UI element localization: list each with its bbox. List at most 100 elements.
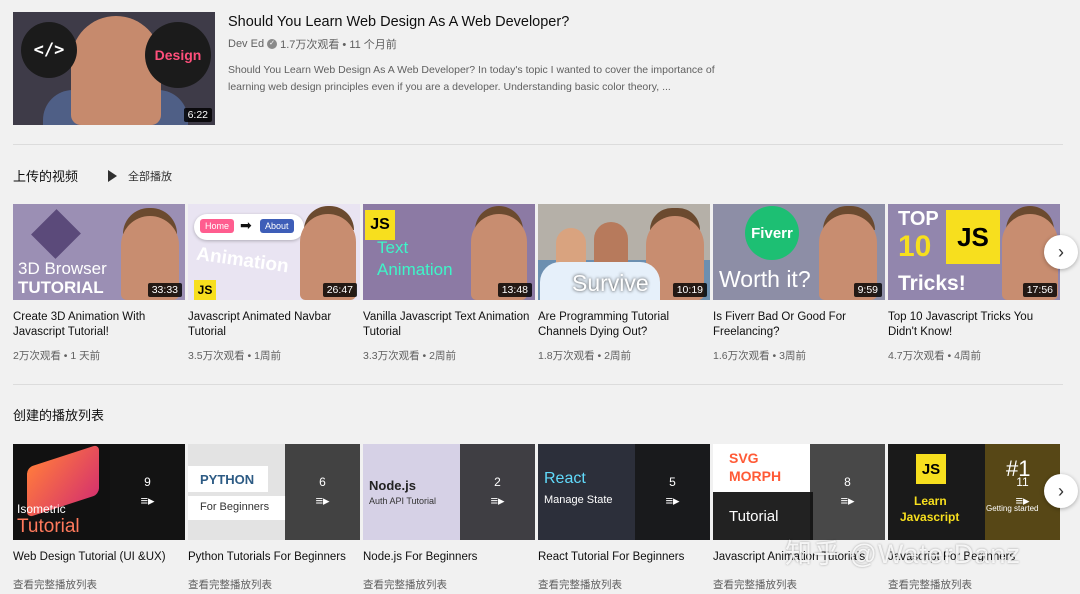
playlist-count: 2 xyxy=(494,475,501,489)
video-title[interactable]: Are Programming Tutorial Channels Dying … xyxy=(538,310,710,340)
playlist-overlay: 6 ≡▸ xyxy=(285,444,360,540)
uploads-title[interactable]: 上传的视频 xyxy=(13,166,78,185)
channel-name[interactable]: Dev Ed xyxy=(228,38,264,50)
chevron-right-icon: › xyxy=(1058,242,1064,262)
playlist-overlay: 9 ≡▸ xyxy=(110,444,185,540)
js-logo: JS xyxy=(916,454,946,484)
watermark: 知乎 @WaterDanz xyxy=(785,539,1021,569)
thumb-text: TOP xyxy=(898,208,939,230)
video-duration: 6:22 xyxy=(183,108,212,122)
video-duration: 17:56 xyxy=(1022,283,1057,297)
thumb-text: Getting started xyxy=(986,504,1039,513)
playlist-count: 8 xyxy=(844,475,851,489)
playlist-thumbnail[interactable]: Node.js Auth API Tutorial 2 ≡▸ xyxy=(363,444,535,540)
playlist-card[interactable]: Node.js Auth API Tutorial 2 ≡▸ Node.js F… xyxy=(363,444,535,592)
thumb-text: TUTORIAL xyxy=(18,278,104,297)
thumb-house-graphic xyxy=(31,209,81,259)
thumb-text: Isometric xyxy=(17,502,66,516)
featured-description: Should You Learn Web Design As A Web Dev… xyxy=(228,64,715,93)
thumb-text: Node.js xyxy=(369,478,416,493)
video-meta: 1.8万次观看 • 2周前 xyxy=(538,350,631,362)
video-meta: 2万次观看 • 1 天前 xyxy=(13,350,101,362)
video-card[interactable]: TOP 10 JS Tricks! 17:56 Top 10 Javascrip… xyxy=(888,204,1060,363)
video-meta: 1.6万次观看 • 3周前 xyxy=(713,350,806,362)
video-title[interactable]: Is Fiverr Bad Or Good For Freelancing? xyxy=(713,310,885,340)
video-meta: 4.7万次观看 • 4周前 xyxy=(888,350,981,362)
thumb-text: PYTHON xyxy=(200,472,255,487)
playlist-card[interactable]: Isometric Tutorial 9 ≡▸ Web Design Tutor… xyxy=(13,444,185,592)
playlist-count: 6 xyxy=(319,475,326,489)
video-title[interactable]: Javascript Animated Navbar Tutorial xyxy=(188,310,360,340)
video-card[interactable]: Home ➡ About Animation JS 26:47 Javascri… xyxy=(188,204,360,363)
thumb-text: Worth it? xyxy=(719,266,811,292)
video-thumbnail[interactable]: Home ➡ About Animation JS 26:47 xyxy=(188,204,360,300)
playlists-next-button[interactable]: › xyxy=(1044,474,1078,508)
video-thumbnail[interactable]: TOP 10 JS Tricks! 17:56 xyxy=(888,204,1060,300)
thumb-text: Learn xyxy=(914,494,947,508)
playlist-card[interactable]: React Manage State 5 ≡▸ React Tutorial F… xyxy=(538,444,710,592)
playlist-icon: ≡▸ xyxy=(315,493,330,508)
video-card[interactable]: JS Text Animation 13:48 Vanilla Javascri… xyxy=(363,204,535,363)
play-all-button[interactable]: 全部播放 xyxy=(108,168,172,184)
view-playlist-link[interactable]: 查看完整播放列表 xyxy=(13,577,185,592)
video-card[interactable]: Fiverr Worth it? 9:59 Is Fiverr Bad Or G… xyxy=(713,204,885,363)
featured-title[interactable]: Should You Learn Web Design As A Web Dev… xyxy=(228,14,748,30)
video-meta: 3.5万次观看 • 1周前 xyxy=(188,350,281,362)
playlist-title[interactable]: Python Tutorials For Beginners xyxy=(188,550,360,565)
play-all-label: 全部播放 xyxy=(128,170,173,183)
video-thumbnail[interactable]: JS Text Animation 13:48 xyxy=(363,204,535,300)
view-playlist-link[interactable]: 查看完整播放列表 xyxy=(713,577,885,592)
video-title[interactable]: Create 3D Animation With Javascript Tuto… xyxy=(13,310,185,340)
js-logo: JS xyxy=(946,210,1000,264)
uploads-next-button[interactable]: › xyxy=(1044,235,1078,269)
view-playlist-link[interactable]: 查看完整播放列表 xyxy=(538,577,710,592)
arrow-right-icon: ➡ xyxy=(240,217,252,233)
thumb-text: Tutorial xyxy=(729,508,779,525)
video-thumbnail[interactable]: 3D Browser TUTORIAL 33:33 xyxy=(13,204,185,300)
video-title[interactable]: Top 10 Javascript Tricks You Didn't Know… xyxy=(888,310,1060,340)
thumb-text: Auth API Tutorial xyxy=(369,496,437,506)
video-card[interactable]: Survive 10:19 Are Programming Tutorial C… xyxy=(538,204,710,363)
video-duration: 9:59 xyxy=(853,283,882,297)
playlist-title[interactable]: React Tutorial For Beginners xyxy=(538,550,710,565)
view-playlist-link[interactable]: 查看完整播放列表 xyxy=(363,577,535,592)
playlists-row: Isometric Tutorial 9 ≡▸ Web Design Tutor… xyxy=(13,444,1073,594)
playlist-title[interactable]: Node.js For Beginners xyxy=(363,550,535,565)
thumb-text: Home xyxy=(200,219,235,233)
video-title[interactable]: Vanilla Javascript Text Animation Tutori… xyxy=(363,310,535,340)
playlist-thumbnail[interactable]: SVG MORPH Tutorial 8 ≡▸ xyxy=(713,444,885,540)
featured-video[interactable]: </> Design 6:22 Should You Learn Web Des… xyxy=(13,12,1063,126)
divider xyxy=(13,144,1063,145)
video-thumbnail[interactable]: Survive 10:19 xyxy=(538,204,710,300)
thumb-text: Manage State xyxy=(544,494,613,506)
playlist-thumbnail[interactable]: Isometric Tutorial 9 ≡▸ xyxy=(13,444,185,540)
playlists-title[interactable]: 创建的播放列表 xyxy=(13,405,104,424)
video-duration: 13:48 xyxy=(497,283,532,297)
featured-thumbnail[interactable]: </> Design 6:22 xyxy=(13,12,215,125)
video-card[interactable]: 3D Browser TUTORIAL 33:33 Create 3D Anim… xyxy=(13,204,185,363)
thumb-text: 10 xyxy=(898,230,932,263)
play-icon xyxy=(108,169,118,182)
playlist-title[interactable]: Web Design Tutorial (UI &UX) xyxy=(13,550,185,565)
video-meta: 3.3万次观看 • 2周前 xyxy=(363,350,456,362)
playlist-thumbnail[interactable]: JS Learn Javascript 11 ≡▸ #1 Getting sta… xyxy=(888,444,1060,540)
playlist-thumbnail[interactable]: React Manage State 5 ≡▸ xyxy=(538,444,710,540)
video-thumbnail[interactable]: Fiverr Worth it? 9:59 xyxy=(713,204,885,300)
design-badge: Design xyxy=(145,22,211,88)
js-logo: JS xyxy=(194,280,216,300)
thumb-text: Tutorial xyxy=(17,516,80,537)
view-playlist-link[interactable]: 查看完整播放列表 xyxy=(888,577,1060,592)
thumb-text: 3D Browser xyxy=(18,259,107,278)
thumb-text: SVG xyxy=(729,450,759,466)
divider xyxy=(13,384,1063,385)
playlist-overlay: 2 ≡▸ xyxy=(460,444,535,540)
thumb-text: For Beginners xyxy=(200,501,270,513)
playlist-icon: ≡▸ xyxy=(665,493,680,508)
video-duration: 33:33 xyxy=(147,283,182,297)
playlist-count: 9 xyxy=(144,475,151,489)
js-logo: JS xyxy=(365,210,395,240)
view-playlist-link[interactable]: 查看完整播放列表 xyxy=(188,577,360,592)
playlist-card[interactable]: PYTHON For Beginners 6 ≡▸ Python Tutoria… xyxy=(188,444,360,592)
playlist-thumbnail[interactable]: PYTHON For Beginners 6 ≡▸ xyxy=(188,444,360,540)
code-badge: </> xyxy=(21,22,77,78)
